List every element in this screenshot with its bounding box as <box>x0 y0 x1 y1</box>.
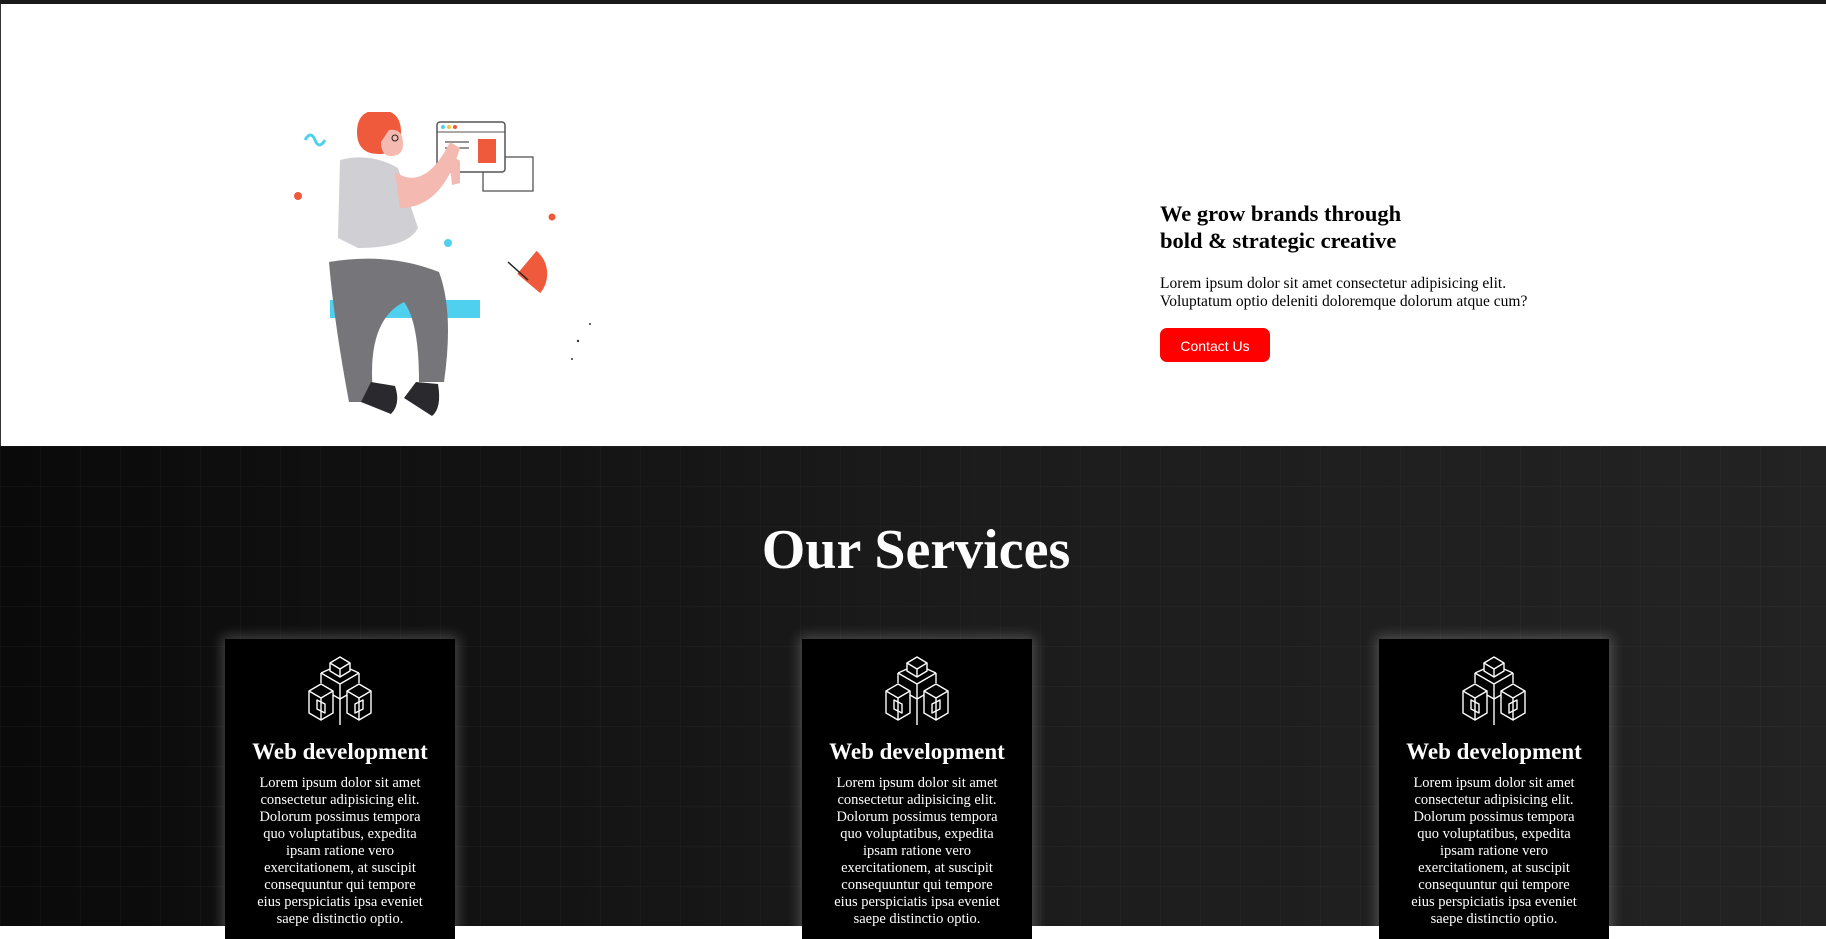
service-card-description-line: eius perspiciatis ipsa eveniet <box>257 894 423 910</box>
hero-title-line: We grow brands through <box>1160 201 1402 226</box>
service-card-title: Web development <box>1406 739 1582 764</box>
service-card-description-line: Lorem ipsum dolor sit amet <box>259 775 421 791</box>
service-card-description-line: exercitationem, at suscipit <box>841 860 993 876</box>
service-card-description: Lorem ipsum dolor sit amet consectetur a… <box>802 775 1032 928</box>
service-card-description-line: consequuntur qui tempore <box>841 877 993 893</box>
service-card-title: Web development <box>252 739 428 764</box>
service-card-description-line: saepe distinctio optio. <box>276 911 404 927</box>
service-card-description-line: consectetur adipisicing elit. <box>1414 792 1574 808</box>
service-card-description-line: eius perspiciatis ipsa eveniet <box>1411 894 1577 910</box>
person-browsing-illustration <box>294 112 591 416</box>
service-card-description-line: Dolorum possimus tempora <box>1413 809 1575 825</box>
service-card-description-line: consectetur adipisicing elit. <box>260 792 420 808</box>
service-card-description-line: consequuntur qui tempore <box>264 877 416 893</box>
service-card-description: Lorem ipsum dolor sit amet consectetur a… <box>1379 775 1609 928</box>
service-card-description-line: ipsam ratione vero <box>863 843 971 859</box>
service-card-description: Lorem ipsum dolor sit amet consectetur a… <box>225 775 455 928</box>
service-card-title: Web development <box>829 739 1005 764</box>
service-card-description-line: saepe distinctio optio. <box>853 911 981 927</box>
hero-title: We grow brands through bold & strategic … <box>1160 200 1580 254</box>
services-section: Our Services Web development Lorem ipsum… <box>0 446 1826 939</box>
service-card-description-line: exercitationem, at suscipit <box>264 860 416 876</box>
contact-us-button[interactable]: Contact Us <box>1160 328 1270 362</box>
service-card: Web development Lorem ipsum dolor sit am… <box>225 639 455 939</box>
service-card-description-line: eius perspiciatis ipsa eveniet <box>834 894 1000 910</box>
service-card-description-line: Lorem ipsum dolor sit amet <box>836 775 998 791</box>
service-card-description-line: quo voluptatibus, expedita <box>840 826 994 842</box>
service-card-description-line: Dolorum possimus tempora <box>836 809 998 825</box>
cube-cluster-icon <box>885 656 949 725</box>
service-card: Web development Lorem ipsum dolor sit am… <box>1379 639 1609 939</box>
service-card-description-line: quo voluptatibus, expedita <box>263 826 417 842</box>
service-card-description-line: ipsam ratione vero <box>1440 843 1548 859</box>
hero-description-line: Lorem ipsum dolor sit amet consectetur a… <box>1160 275 1507 292</box>
service-card-description-line: Lorem ipsum dolor sit amet <box>1413 775 1575 791</box>
service-card-description-line: quo voluptatibus, expedita <box>1417 826 1571 842</box>
hero-title-line: bold & strategic creative <box>1160 228 1397 253</box>
service-card: Web development Lorem ipsum dolor sit am… <box>802 639 1032 939</box>
service-card-description-line: consequuntur qui tempore <box>1418 877 1570 893</box>
service-card-description-line: Dolorum possimus tempora <box>259 809 421 825</box>
hero-text-block: We grow brands through bold & strategic … <box>1160 200 1580 362</box>
service-card-description-line: saepe distinctio optio. <box>1430 911 1558 927</box>
cube-cluster-icon <box>308 656 372 725</box>
hero-description-line: Voluptatum optio deleniti doloremque dol… <box>1160 293 1528 310</box>
left-edge-border <box>0 4 1 446</box>
services-title: Our Services <box>761 519 1071 581</box>
cube-cluster-icon <box>1462 656 1526 725</box>
service-card-description-line: ipsam ratione vero <box>286 843 394 859</box>
service-card-description-line: consectetur adipisicing elit. <box>837 792 997 808</box>
service-card-description-line: exercitationem, at suscipit <box>1418 860 1570 876</box>
hero-description: Lorem ipsum dolor sit amet consectetur a… <box>1160 275 1580 311</box>
hero-section: We grow brands through bold & strategic … <box>0 4 1826 446</box>
